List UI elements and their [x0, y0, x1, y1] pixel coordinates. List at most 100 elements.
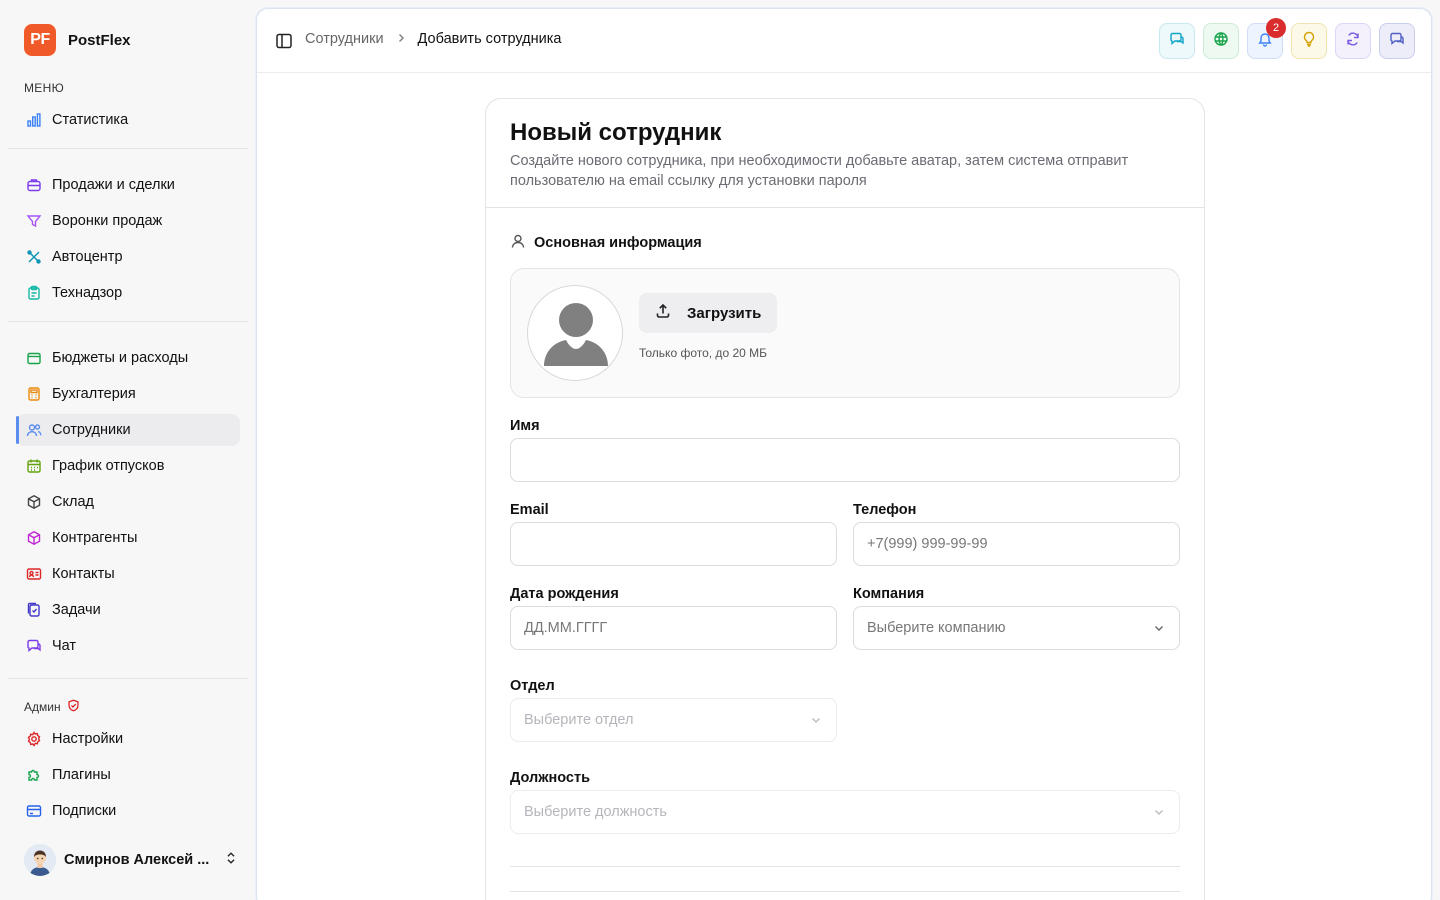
sidebar-divider — [8, 148, 248, 149]
bar-chart-icon — [26, 112, 42, 128]
birthdate-input[interactable] — [510, 606, 837, 650]
sidebar-item-budgets[interactable]: Бюджеты и расходы — [16, 342, 240, 374]
upload-icon — [655, 303, 671, 323]
sidebar-item-vacations[interactable]: График отпусков — [16, 450, 240, 482]
company-select[interactable]: Выберите компанию — [853, 606, 1180, 650]
app-logo[interactable]: PF PostFlex — [24, 24, 131, 56]
top-bar: Сотрудники Добавить сотрудника 2 — [257, 9, 1431, 73]
credit-card-icon — [26, 803, 42, 819]
sidebar-item-label: Автоцентр — [52, 249, 123, 265]
sidebar-item-settings[interactable]: Настройки — [16, 723, 240, 755]
name-input[interactable] — [510, 438, 1180, 482]
admin-caption: Админ — [24, 699, 80, 715]
sidebar-item-label: Чат — [52, 638, 77, 654]
breadcrumb: Сотрудники Добавить сотрудника — [305, 31, 561, 47]
breadcrumb-employees-link[interactable]: Сотрудники — [305, 31, 384, 47]
notifications-button[interactable]: 2 — [1247, 18, 1286, 59]
sidebar-item-label: Задачи — [52, 602, 101, 618]
chevron-down-icon — [1153, 806, 1165, 822]
sidebar-item-subscriptions[interactable]: Подписки — [16, 795, 240, 827]
sidebar-item-label: Настройки — [52, 731, 124, 747]
calendar-icon — [26, 458, 42, 474]
refresh-button[interactable] — [1335, 23, 1371, 59]
upload-button[interactable]: Загрузить — [639, 293, 778, 333]
card-divider — [486, 207, 1204, 208]
sidebar-item-statistics[interactable]: Статистика — [16, 104, 240, 136]
sidebar-item-label: Подписки — [52, 803, 117, 819]
sidebar-item-accounting[interactable]: Бухгалтерия — [16, 378, 240, 410]
main-panel: Сотрудники Добавить сотрудника 2 Новый с… — [256, 8, 1432, 900]
sidebar-item-contractors[interactable]: Контрагенты — [16, 522, 240, 554]
chevron-right-icon — [396, 31, 406, 47]
phone-label: Телефон — [853, 502, 917, 518]
sidebar-item-warehouse[interactable]: Склад — [16, 486, 240, 518]
wrench-icon — [26, 249, 42, 265]
user-icon — [510, 233, 526, 253]
tasks-icon — [26, 602, 42, 618]
section-header-basic-info: Основная информация — [510, 233, 702, 253]
new-employee-card: Новый сотрудник Создайте нового сотрудни… — [485, 98, 1205, 900]
company-label: Компания — [853, 586, 925, 602]
header-actions: 2 — [1159, 18, 1415, 59]
avatar-placeholder — [527, 285, 623, 381]
sidebar-item-contacts[interactable]: Контакты — [16, 558, 240, 590]
sidebar-item-label: Воронки продаж — [52, 213, 163, 229]
settings-icon — [26, 731, 42, 747]
user-avatar — [24, 844, 56, 876]
chat-bubbles-icon — [1389, 31, 1405, 52]
messages-button[interactable] — [1379, 23, 1415, 59]
chat-button[interactable] — [1159, 23, 1195, 59]
email-label: Email — [510, 502, 549, 518]
wallet-icon — [26, 350, 42, 366]
funnel-icon — [26, 213, 42, 229]
page-description: Создайте нового сотрудника, при необходи… — [510, 153, 1129, 189]
sidebar-item-label: Склад — [52, 494, 94, 510]
sidebar-toggle-icon[interactable] — [275, 32, 293, 50]
network-button[interactable] — [1203, 23, 1239, 59]
sidebar-item-chat[interactable]: Чат — [16, 630, 240, 662]
package-icon — [26, 530, 42, 546]
sidebar-item-funnels[interactable]: Воронки продаж — [16, 205, 240, 237]
email-input[interactable] — [510, 522, 837, 566]
refresh-icon — [1345, 31, 1361, 52]
puzzle-icon — [26, 767, 42, 783]
network-icon — [1213, 31, 1229, 52]
breadcrumb-current: Добавить сотрудника — [417, 31, 562, 47]
position-select[interactable]: Выберите должность — [510, 790, 1180, 834]
sidebar-item-label: Продажи и сделки — [52, 177, 175, 193]
sidebar-item-autocenter[interactable]: Автоцентр — [16, 241, 240, 273]
sidebar-divider — [8, 678, 248, 679]
user-name: Смирнов Алексей ... — [64, 852, 210, 868]
user-menu[interactable]: Смирнов Алексей ... — [24, 844, 238, 876]
sidebar: PF PostFlex МЕНЮ Статистика Продажи и сд… — [0, 0, 256, 900]
sidebar-item-label: Бюджеты и расходы — [52, 350, 189, 366]
company-select-placeholder: Выберите компанию — [867, 620, 1006, 636]
sidebar-item-plugins[interactable]: Плагины — [16, 759, 240, 791]
app-name: PostFlex — [68, 31, 131, 49]
sidebar-item-label: Технадзор — [52, 285, 123, 301]
position-label: Должность — [510, 770, 590, 786]
page-title: Новый сотрудник — [510, 119, 722, 146]
chevron-down-icon — [810, 714, 822, 730]
sidebar-item-tech-supervision[interactable]: Технадзор — [16, 277, 240, 309]
clipboard-icon — [26, 285, 42, 301]
calculator-icon — [26, 386, 42, 402]
sidebar-divider — [8, 321, 248, 322]
sidebar-item-label: Сотрудники — [52, 422, 131, 438]
sidebar-item-sales[interactable]: Продажи и сделки — [16, 169, 240, 201]
upload-hint: Только фото, до 20 МБ — [639, 346, 767, 360]
shield-check-icon — [67, 699, 80, 715]
chevrons-up-down-icon — [224, 851, 238, 870]
birthdate-label: Дата рождения — [510, 586, 619, 602]
sidebar-item-tasks[interactable]: Задачи — [16, 594, 240, 626]
position-select-placeholder: Выберите должность — [524, 804, 667, 820]
sidebar-item-employees[interactable]: Сотрудники — [16, 414, 240, 446]
department-select[interactable]: Выберите отдел — [510, 698, 837, 742]
name-label: Имя — [510, 418, 540, 434]
box-icon — [26, 494, 42, 510]
sidebar-item-label: Плагины — [52, 767, 111, 783]
ideas-button[interactable] — [1291, 23, 1327, 59]
chat-icon — [26, 638, 42, 654]
phone-input[interactable] — [853, 522, 1180, 566]
sidebar-item-label: Статистика — [52, 112, 129, 128]
